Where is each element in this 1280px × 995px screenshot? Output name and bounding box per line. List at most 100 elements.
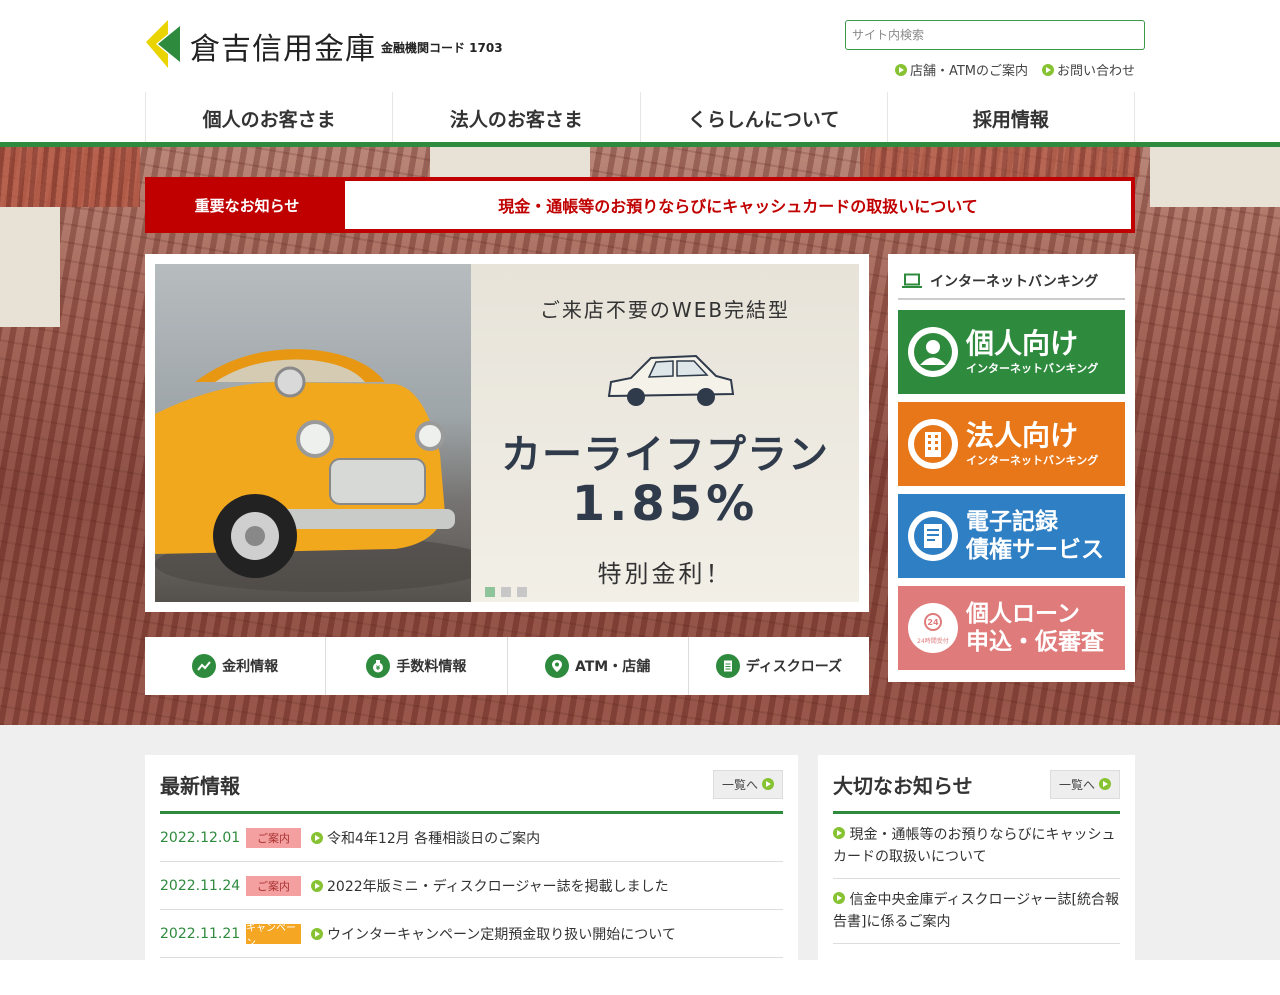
important-item[interactable]: 現金・通帳等のお預りならびにキャッシュカードの取扱いについて [833,814,1120,879]
quick-link-label: 金利情報 [222,659,279,675]
corporate-ib-button[interactable]: 法人向け インターネットバンキング [898,402,1125,486]
roof-decoration [860,147,1140,177]
button-sub: インターネットバンキング [966,362,1099,375]
quick-link-label: ATM・店舗 [575,659,651,675]
slider-dot[interactable] [485,587,495,597]
map-pin-icon [545,654,569,678]
news-date: 2022.11.24 [160,877,241,894]
banner-subtitle: ご来店不要のWEB完結型 [539,298,791,322]
important-more-button[interactable]: 一覧へ [1049,769,1120,799]
news-item[interactable]: 2022.12.01 ご案内 令和4年12月 各種相談日のご案内 [160,814,783,862]
arrow-right-icon [1041,63,1054,76]
button-line1: 個人ローン [966,601,1080,627]
quick-link-disclosure[interactable]: ディスクローズ [687,637,869,695]
news-more-button[interactable]: 一覧へ [712,769,783,799]
news-title-text: ウインターキャンペーン定期預金取り扱い開始について [327,926,676,943]
personal-loan-button[interactable]: 24 個人ローン 申込・仮審査 24時間受付 [898,586,1125,670]
yellow-car-image [155,349,495,592]
more-label: 一覧へ [1058,777,1095,792]
news-item[interactable]: 2022.11.24 ご案内 2022年版ミニ・ディスクロージャー誌を掲載しまし… [160,862,783,910]
building-icon [908,419,958,469]
news-link[interactable]: 令和4年12月 各種相談日のご案内 [311,828,540,848]
e-document-icon [908,511,958,561]
important-panel: 大切なお知らせ 一覧へ 現金・通帳等のお預りならびにキャッシュカードの取扱いにつ… [818,755,1135,995]
arrow-right-icon [833,892,845,904]
button-title: 法人向け [966,419,1079,452]
util-link-contact[interactable]: お問い合わせ [1041,60,1135,79]
nav-recruit[interactable]: 採用情報 [886,92,1135,144]
slider-dot[interactable] [501,587,511,597]
news-tag: ご案内 [246,827,301,848]
banner-rate: 1.85% [571,476,759,532]
kurayoshi-logo-icon[interactable] [146,20,182,68]
nav-corporate[interactable]: 法人のお客さま [392,92,640,144]
arrow-right-icon [833,827,845,839]
button-title: 個人向け [966,327,1079,360]
car-photo [155,264,495,602]
quick-link-label: 手数料情報 [396,659,467,675]
arrow-right-icon [762,778,774,790]
nav-about[interactable]: くらしんについて [639,92,887,144]
car-illustration-icon [607,354,735,406]
news-link[interactable]: ウインターキャンペーン定期預金取り扱い開始について [311,924,676,944]
site-header: 倉吉信用金庫 金融機関コード 1703 店舗・ATMのご案内 お問い合わせ [0,0,1280,92]
more-label: 一覧へ [721,777,758,792]
banner-title: カーライフプラン [501,432,829,478]
button-line2: 申込・仮審査 [966,629,1104,655]
news-date: 2022.11.21 [160,925,241,942]
button-line2: 債権サービス [966,537,1104,563]
house-decoration [1150,147,1280,207]
e-record-button[interactable]: 電子記録 債権サービス [898,494,1125,578]
news-panel-head: 最新情報 一覧へ [160,769,783,799]
document-icon [715,654,740,678]
notice-link[interactable]: 現金・通帳等のお預りならびにキャッシュカードの取扱いについて [345,181,1131,229]
laptop-icon [902,273,922,288]
internet-banking-panel: インターネットバンキング 個人向け インターネットバンキング 法人向け インター… [888,254,1135,682]
news-date: 2022.12.01 [160,829,241,846]
arrow-right-icon [311,831,323,844]
important-panel-head: 大切なお知らせ 一覧へ [833,769,1120,799]
important-item[interactable]: 信金中央金庫ディスクロージャー誌[統合報告書]に係るご案内 [833,879,1120,944]
banner-slide[interactable]: ご来店不要のWEB完結型 カーライフプラン 1.85% 特別金利！ [155,264,859,602]
hero-section: 重要なお知らせ 現金・通帳等のお預りならびにキャッシュカードの取扱いについて ご… [0,147,1280,725]
nav-personal[interactable]: 個人のお客さま [145,92,393,144]
button-text: 個人ローン 申込・仮審査 [966,600,1104,656]
news-item[interactable]: 2022.11.21 キャンペーン ウインターキャンペーン定期預金取り扱い開始に… [160,910,783,958]
util-link-label: お問い合わせ [1056,64,1135,79]
button-line1: 電子記録 [966,509,1058,535]
arrow-right-icon [1099,778,1111,790]
important-notice-bar: 重要なお知らせ 現金・通帳等のお預りならびにキャッシュカードの取扱いについて [145,177,1135,233]
banner-slider: ご来店不要のWEB完結型 カーライフプラン 1.85% 特別金利！ [145,254,869,612]
logo-name[interactable]: 倉吉信用金庫 [190,24,376,68]
important-item-text: 信金中央金庫ディスクロージャー誌[統合報告書]に係るご案内 [833,892,1119,930]
news-title-text: 令和4年12月 各種相談日のご案内 [327,830,541,847]
important-title: 大切なお知らせ [833,773,973,798]
button-text: 個人向け インターネットバンキング [966,328,1098,376]
button-text: 法人向け インターネットバンキング [966,420,1098,468]
global-nav: 個人のお客さま 法人のお客さま くらしんについて 採用情報 [145,92,1135,144]
internet-banking-heading: インターネットバンキング [898,264,1125,300]
banner-text-area: ご来店不要のWEB完結型 カーライフプラン 1.85% 特別金利！ [471,264,859,602]
arrow-right-icon [311,879,323,892]
quick-link-rates[interactable]: 金利情報 [145,637,325,695]
util-link-label: 店舗・ATMのご案内 [909,64,1028,79]
news-link[interactable]: 2022年版ミニ・ディスクロージャー誌を掲載しました [311,876,669,896]
24h-badge: 24時間受付 [917,638,949,645]
house-decoration [0,207,60,327]
lower-content: 最新情報 一覧へ 2022.12.01 ご案内 令和4年12月 各種相談日のご案… [0,725,1280,995]
quick-link-fees[interactable]: ¥ 手数料情報 [325,637,506,695]
util-link-stores[interactable]: 店舗・ATMのご案内 [894,60,1028,79]
banner-note: 特別金利！ [597,560,733,588]
news-title-text: 2022年版ミニ・ディスクロージャー誌を掲載しました [327,878,669,895]
bank-code: 金融機関コード 1703 [381,41,503,55]
news-tag: キャンペーン [246,923,301,949]
slider-dots [485,587,527,597]
quick-link-atm[interactable]: ATM・店舗 [506,637,688,695]
slider-dot[interactable] [517,587,527,597]
site-search-input[interactable] [845,20,1145,50]
news-panel: 最新情報 一覧へ 2022.12.01 ご案内 令和4年12月 各種相談日のご案… [145,755,798,995]
quick-links: 金利情報 ¥ 手数料情報 ATM・店舗 ディスクローズ [145,637,869,695]
svg-text:24: 24 [927,618,939,627]
button-text: 電子記録 債権サービス [966,508,1104,564]
personal-ib-button[interactable]: 個人向け インターネットバンキング [898,310,1125,394]
